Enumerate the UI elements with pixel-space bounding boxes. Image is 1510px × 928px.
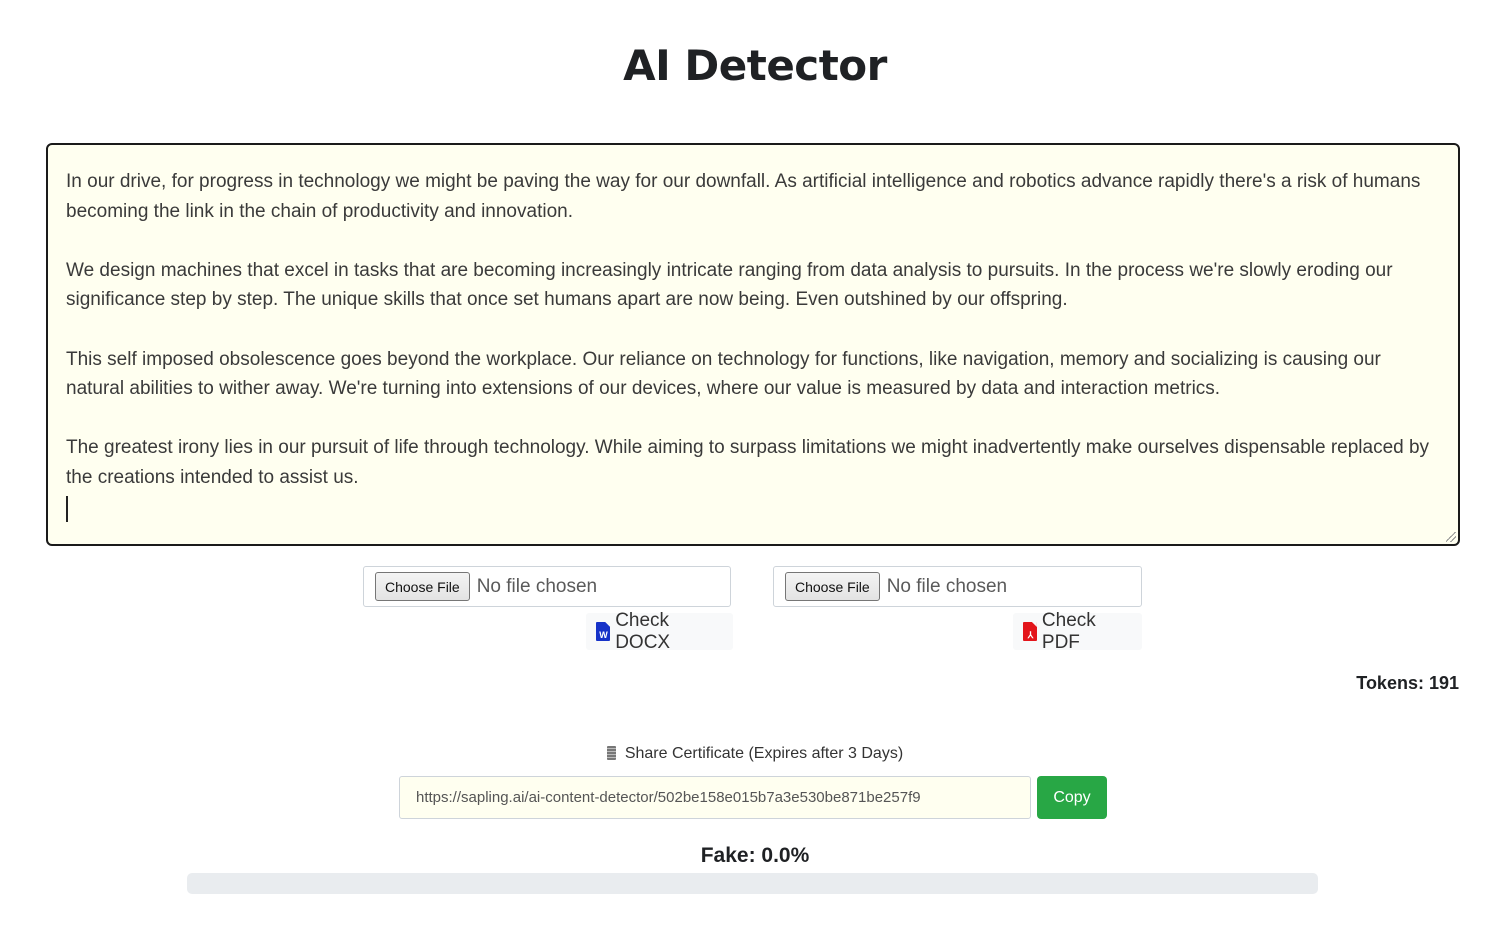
word-icon-letter: W xyxy=(599,630,608,640)
pdf-icon-letter: ⅄ xyxy=(1027,630,1034,640)
docx-choose-file-button[interactable]: Choose File xyxy=(375,572,470,601)
pdf-file-input[interactable]: Choose File No file chosen xyxy=(773,566,1142,607)
check-docx-label: Check DOCX xyxy=(615,609,671,653)
pdf-file-status: No file chosen xyxy=(886,575,1008,597)
share-certificate-label: Share Certificate (Expires after 3 Days) xyxy=(624,745,904,762)
check-pdf-button[interactable]: ⅄ Check PDF xyxy=(1013,610,1142,653)
certificate-url-field[interactable] xyxy=(399,776,1031,819)
fake-score-label: Fake: 0.0% xyxy=(700,844,810,867)
docx-file-input[interactable]: Choose File No file chosen xyxy=(363,566,731,607)
share-certificate-heading: Share Certificate (Expires after 3 Days) xyxy=(0,745,1510,763)
copy-url-button[interactable]: Copy xyxy=(1037,776,1107,819)
editor-paragraph: The greatest irony lies in our pursuit o… xyxy=(66,437,1430,488)
resize-handle-icon[interactable] xyxy=(1446,532,1456,542)
text-input-area[interactable]: In our drive, for progress in technology… xyxy=(46,143,1460,546)
docx-file-status: No file chosen xyxy=(476,575,598,597)
word-file-icon: W xyxy=(596,622,611,641)
page-title: AI Detector xyxy=(623,41,887,90)
token-count: Tokens: 191 xyxy=(1356,673,1459,693)
pdf-file-icon: ⅄ xyxy=(1023,622,1037,641)
text-caret xyxy=(66,496,68,523)
check-pdf-label: Check PDF xyxy=(1041,609,1096,653)
ai-detector-page: AI Detector In our drive, for progress i… xyxy=(0,0,1510,928)
editor-paragraph: In our drive, for progress in technology… xyxy=(66,171,1421,222)
certificate-icon xyxy=(606,746,616,760)
fake-score-progress-bar xyxy=(187,873,1318,894)
check-docx-button[interactable]: W Check DOCX xyxy=(586,610,733,653)
editor-paragraph: This self imposed obsolescence goes beyo… xyxy=(66,348,1381,400)
editor-paragraph: We design machines that excel in tasks t… xyxy=(66,259,1393,311)
pdf-choose-file-button[interactable]: Choose File xyxy=(785,572,880,601)
